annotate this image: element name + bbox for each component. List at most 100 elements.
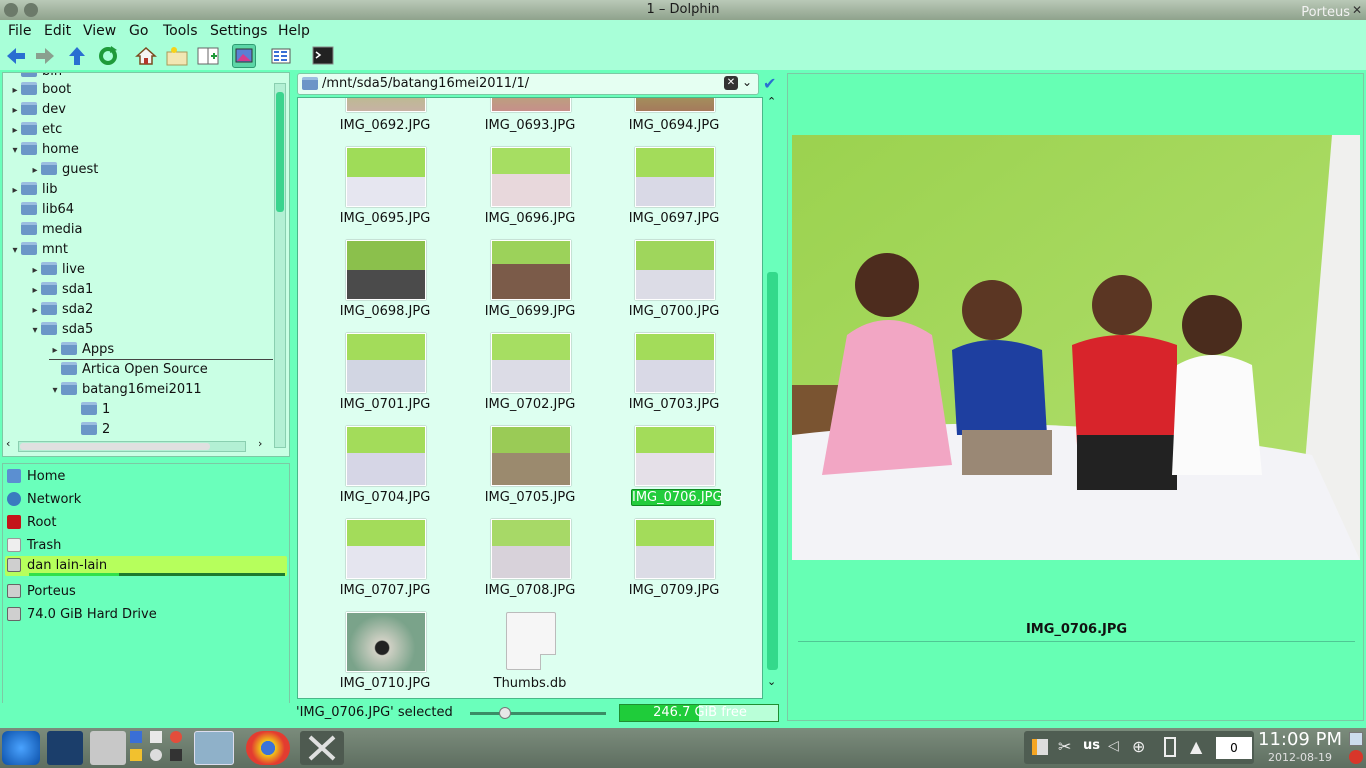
menu-settings[interactable]: Settings xyxy=(210,23,267,39)
dolphin-task-icon[interactable] xyxy=(194,731,234,765)
tray-expand-icon[interactable]: ▲ xyxy=(1190,737,1202,756)
place-dan-lain-lain[interactable]: dan lain-lain xyxy=(5,556,287,576)
menu-go[interactable]: Go xyxy=(129,23,148,39)
tree-expander[interactable]: ▸ xyxy=(9,121,21,141)
tree-horizontal-scrollbar[interactable]: ‹ › xyxy=(6,437,268,453)
scrollbar-thumb[interactable] xyxy=(20,443,210,450)
menu-file[interactable]: File xyxy=(8,23,31,39)
home-icon[interactable] xyxy=(134,44,158,68)
signal-icon[interactable] xyxy=(1032,739,1048,755)
tree-expander[interactable]: ▸ xyxy=(29,161,41,181)
split-view-icon[interactable] xyxy=(196,44,220,68)
tree-item-artica[interactable]: Artica Open Source xyxy=(49,360,208,380)
tree-expander[interactable]: ▸ xyxy=(9,101,21,121)
tree-expander[interactable]: ▾ xyxy=(9,141,21,161)
tree-item-sda5[interactable]: ▾ sda5 xyxy=(29,320,93,340)
tree-expander[interactable]: ▸ xyxy=(29,281,41,301)
reload-icon[interactable] xyxy=(96,44,120,68)
tree-expander[interactable]: ▸ xyxy=(49,341,61,361)
tree-item-mnt[interactable]: ▾ mnt xyxy=(9,240,68,260)
tree-item-sda2[interactable]: ▸ sda2 xyxy=(29,300,93,320)
chrome-small-icon[interactable] xyxy=(170,731,182,743)
window-menu-icon[interactable] xyxy=(4,3,18,17)
settings-tools-icon[interactable] xyxy=(300,731,344,765)
tree-expander[interactable]: ▸ xyxy=(29,261,41,281)
tree-expander[interactable]: ▸ xyxy=(9,181,21,201)
tree-vertical-scrollbar[interactable] xyxy=(274,83,286,448)
tree-expander[interactable]: ▾ xyxy=(49,381,61,401)
start-menu-icon[interactable] xyxy=(2,731,40,765)
scroll-left-icon[interactable]: ‹ xyxy=(6,437,10,450)
new-folder-icon[interactable] xyxy=(165,44,189,68)
app-icon[interactable] xyxy=(170,749,182,761)
tree-item-boot[interactable]: ▸ boot xyxy=(9,80,71,100)
file-view-scrollbar[interactable]: ⌃ ⌄ xyxy=(766,95,780,699)
desktop-icon[interactable] xyxy=(47,731,83,765)
tree-expander[interactable]: ▸ xyxy=(9,81,21,101)
preview-icon[interactable] xyxy=(232,44,256,68)
location-bar[interactable]: /mnt/sda5/batang16mei2011/1/ ✕ ⌄ xyxy=(297,73,759,95)
app-icon[interactable] xyxy=(130,749,142,761)
tree-item-sda1[interactable]: ▸ sda1 xyxy=(29,280,93,300)
tree-item-lib[interactable]: ▸ lib xyxy=(9,180,57,200)
scissors-icon[interactable]: ✂ xyxy=(1058,737,1071,756)
menu-help[interactable]: Help xyxy=(278,23,310,39)
network-icon[interactable]: ⊕ xyxy=(1132,737,1145,756)
location-dropdown-icon[interactable]: ⌄ xyxy=(742,75,752,89)
keyboard-layout[interactable]: us xyxy=(1083,738,1100,753)
location-path[interactable]: /mnt/sda5/batang16mei2011/1/ xyxy=(322,76,529,91)
volume-icon[interactable]: ◁ xyxy=(1108,738,1119,754)
place-network[interactable]: Network xyxy=(7,490,81,510)
window-close-icon[interactable]: ✕ xyxy=(1352,0,1362,20)
back-icon[interactable] xyxy=(4,44,28,68)
tree-item-guest[interactable]: ▸ guest xyxy=(29,160,98,180)
app-icon[interactable] xyxy=(150,749,162,761)
file-manager-launcher-icon[interactable] xyxy=(90,731,126,765)
app-icon[interactable] xyxy=(150,731,162,743)
scroll-up-icon[interactable]: ⌃ xyxy=(767,95,776,108)
place-hard-drive[interactable]: 74.0 GiB Hard Drive xyxy=(7,605,157,625)
battery-icon[interactable] xyxy=(1164,737,1176,757)
power-icon[interactable] xyxy=(1349,750,1363,764)
scrollbar-thumb[interactable] xyxy=(767,272,778,670)
view-mode-icon[interactable] xyxy=(270,44,294,68)
window-pin-icon[interactable] xyxy=(24,3,38,17)
app-icon[interactable] xyxy=(130,731,142,743)
zoom-slider-track[interactable] xyxy=(470,712,606,715)
menu-view[interactable]: View xyxy=(83,23,116,39)
file-item[interactable]: IMG_0694.JPG xyxy=(609,98,739,138)
tree-expander[interactable]: ▸ xyxy=(29,301,41,321)
forward-icon[interactable] xyxy=(33,44,57,68)
file-item[interactable]: IMG_0692.JPG xyxy=(320,98,450,138)
terminal-icon[interactable] xyxy=(311,44,335,68)
tree-item-dev[interactable]: ▸ dev xyxy=(9,100,66,120)
clock[interactable]: 11:09 PM 2012-08-19 xyxy=(1258,729,1342,765)
tree-expander[interactable]: ▾ xyxy=(29,321,41,341)
tree-item-etc[interactable]: ▸ etc xyxy=(9,120,62,140)
menu-edit[interactable]: Edit xyxy=(44,23,71,39)
tree-item-media[interactable]: media xyxy=(9,220,83,240)
file-item[interactable]: IMG_0693.JPG xyxy=(465,98,595,138)
scroll-down-icon[interactable]: ⌄ xyxy=(767,675,776,688)
place-home[interactable]: Home xyxy=(7,467,65,487)
tree-item-batang16mei2011[interactable]: ▾ batang16mei2011 xyxy=(49,380,202,400)
zoom-slider-handle[interactable] xyxy=(499,707,511,719)
menu-tools[interactable]: Tools xyxy=(163,23,198,39)
scrollbar-thumb[interactable] xyxy=(276,92,284,212)
place-porteus[interactable]: Porteus xyxy=(7,582,76,602)
scroll-right-icon[interactable]: › xyxy=(258,437,262,450)
tree-item-2[interactable]: 2 xyxy=(69,420,110,440)
tree-item-home[interactable]: ▾ home xyxy=(9,140,79,160)
tree-expander[interactable]: ▾ xyxy=(9,241,21,261)
clear-location-icon[interactable]: ✕ xyxy=(724,76,738,90)
show-desktop-icon[interactable] xyxy=(1349,732,1363,746)
confirm-location-icon[interactable]: ✔ xyxy=(763,74,776,93)
notification-badge[interactable]: 0 xyxy=(1216,737,1252,759)
place-trash[interactable]: Trash xyxy=(7,536,61,556)
up-icon[interactable] xyxy=(65,44,89,68)
tree-item-1[interactable]: 1 xyxy=(69,400,110,420)
place-root[interactable]: Root xyxy=(7,513,56,533)
tree-item-live[interactable]: ▸ live xyxy=(29,260,85,280)
tree-item-apps[interactable]: ▸ Apps xyxy=(49,340,273,360)
tree-item-lib64[interactable]: lib64 xyxy=(9,200,74,220)
